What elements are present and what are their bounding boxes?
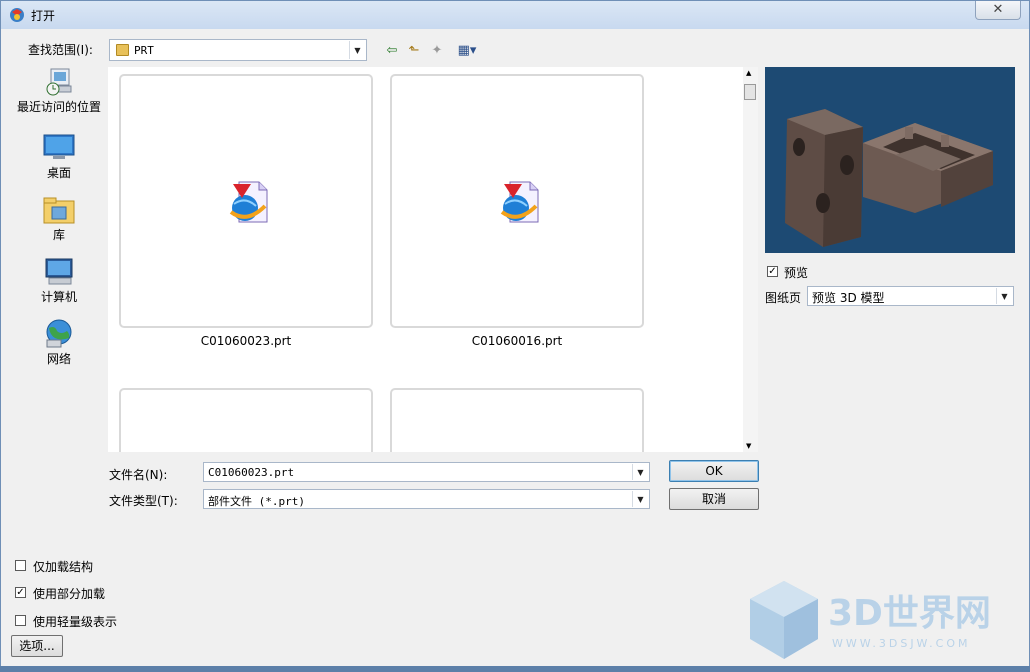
svg-text:3D世界网: 3D世界网: [828, 593, 991, 634]
look-in-combo[interactable]: PRT ▼: [109, 39, 367, 61]
filename-value: C01060023.prt: [208, 466, 295, 479]
place-label: 网络: [46, 352, 71, 366]
file-name-label: C01060016.prt: [471, 334, 563, 348]
svg-text:WWW.3DSJW.COM: WWW.3DSJW.COM: [832, 637, 971, 650]
file-name-label: C01060023.prt: [200, 334, 292, 348]
sheet-value: 预览 3D 模型: [812, 291, 885, 305]
chevron-down-icon[interactable]: ▼: [996, 288, 1012, 304]
filename-label: 文件名(N):: [109, 468, 168, 482]
title-bar: 打开 ✕: [1, 1, 1029, 29]
chevron-down-icon[interactable]: ▼: [632, 464, 648, 480]
view-menu-icon: ▦▾: [457, 42, 477, 58]
scroll-down-icon[interactable]: ▼: [746, 442, 751, 450]
load-structure-checkbox[interactable]: [15, 560, 26, 571]
filetype-label: 文件类型(T):: [109, 494, 178, 508]
close-icon: ✕: [992, 2, 1004, 17]
preview-checkbox[interactable]: ✓: [767, 266, 778, 277]
file-thumbnail[interactable]: [390, 74, 644, 328]
scroll-thumb[interactable]: [744, 84, 756, 100]
chevron-down-icon[interactable]: ▼: [349, 41, 365, 59]
nx-part-file-icon: [500, 181, 539, 223]
partial-load-label: 使用部分加载: [33, 587, 106, 601]
file-thumbnail[interactable]: [119, 74, 373, 328]
libraries-icon: [43, 197, 75, 224]
place-libraries[interactable]: 库: [17, 195, 101, 242]
filetype-value: 部件文件 (*.prt): [208, 495, 305, 508]
open-dialog: 打开 ✕ 查找范围(I): PRT ▼ ⇦ ⬑ ✦ ▦▾ 最近访问的位置 桌面 …: [0, 0, 1030, 672]
file-list-view[interactable]: C01060023.prt C01060016.prt: [108, 67, 757, 452]
lightweight-label: 使用轻量级表示: [33, 615, 118, 629]
view-menu-button[interactable]: ▦▾: [452, 41, 482, 59]
vertical-scrollbar[interactable]: ▲ ▼: [743, 67, 758, 452]
place-computer[interactable]: 计算机: [17, 257, 101, 304]
recent-places-icon: [46, 68, 72, 96]
file-thumbnail[interactable]: [390, 388, 644, 452]
up-folder-icon: ⬑: [408, 42, 420, 58]
new-folder-icon: ✦: [431, 42, 443, 58]
look-in-value: PRT: [134, 44, 154, 57]
network-icon: [46, 319, 72, 348]
place-label: 库: [52, 228, 65, 242]
app-logo-icon: [10, 8, 24, 22]
close-button[interactable]: ✕: [975, 1, 1021, 20]
load-structure-label: 仅加载结构: [33, 560, 94, 574]
scroll-up-icon[interactable]: ▲: [746, 69, 751, 77]
lightweight-checkbox[interactable]: [15, 615, 26, 626]
file-thumbnail[interactable]: [119, 388, 373, 452]
place-desktop[interactable]: 桌面: [17, 133, 101, 180]
folder-icon: [116, 44, 129, 56]
dialog-title: 打开: [31, 9, 56, 23]
sheet-select[interactable]: 预览 3D 模型 ▼: [807, 286, 1014, 306]
place-network[interactable]: 网络: [17, 319, 101, 366]
preview-checkbox-label: 预览: [784, 266, 809, 280]
chevron-down-icon[interactable]: ▼: [632, 491, 648, 507]
options-button[interactable]: 选项...: [11, 635, 63, 657]
watermark-logo: 3D世界网 WWW.3DSJW.COM: [750, 581, 991, 659]
computer-icon: [45, 258, 73, 285]
taskbar-strip: [0, 666, 1030, 672]
new-folder-button[interactable]: ✦: [428, 41, 446, 59]
filetype-select[interactable]: 部件文件 (*.prt) ▼: [203, 489, 650, 509]
place-label: 桌面: [46, 166, 71, 180]
back-button[interactable]: ⇦: [383, 41, 401, 59]
place-label: 最近访问的位置: [17, 100, 102, 114]
filename-input[interactable]: C01060023.prt ▼: [203, 462, 650, 482]
ok-button[interactable]: OK: [669, 460, 759, 482]
back-arrow-icon: ⇦: [386, 42, 398, 58]
up-folder-button[interactable]: ⬑: [405, 41, 423, 59]
nx-part-file-icon: [229, 181, 268, 223]
sheet-label: 图纸页: [765, 291, 802, 305]
cancel-button[interactable]: 取消: [669, 488, 759, 510]
place-recent[interactable]: 最近访问的位置: [17, 67, 101, 114]
part-preview-image: [785, 109, 993, 247]
partial-load-checkbox[interactable]: ✓: [15, 587, 26, 598]
place-label: 计算机: [40, 290, 77, 304]
look-in-label: 查找范围(I):: [28, 43, 93, 57]
desktop-icon: [43, 134, 75, 159]
model-preview: [765, 67, 1015, 253]
